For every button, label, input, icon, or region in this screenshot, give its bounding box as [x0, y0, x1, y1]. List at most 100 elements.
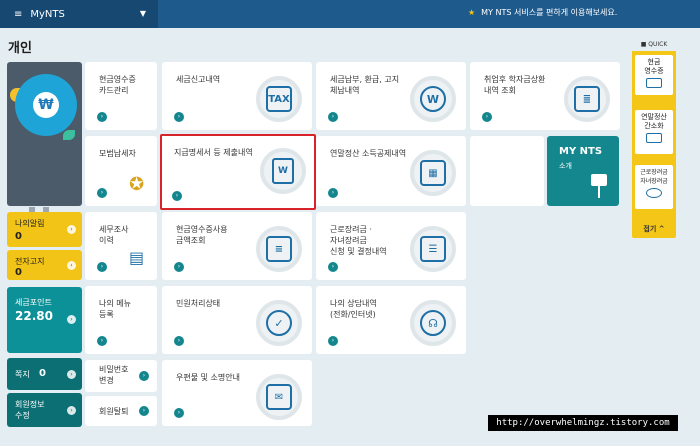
signpost-icon	[591, 174, 607, 186]
envelope-icon: ✉	[256, 374, 302, 420]
tile-cash-receipt[interactable]: 현금영수증 카드관리 ›	[85, 62, 157, 130]
won-icon: ₩	[33, 92, 59, 118]
tile-label: 세금납부, 환급, 고지 체납내역	[330, 75, 400, 95]
decor-leaf	[63, 130, 75, 140]
quick-cash-receipt[interactable]: 현금 영수증	[635, 55, 673, 95]
quick-earned-income[interactable]: 근로장려금 자녀장려금	[635, 165, 673, 209]
my-nts-sub: 소개	[559, 162, 572, 170]
quick-collapse-button[interactable]: 접기 ^	[632, 224, 676, 234]
arrow-icon: ›	[328, 112, 338, 122]
tile-student-loan[interactable]: 취업후 학자금상환 내역 조회 ≣ ›	[470, 62, 620, 130]
tile-label: 우편물 및 소명안내	[176, 373, 240, 382]
caret-down-icon[interactable]: ▼	[140, 9, 146, 18]
tile-cash-usage[interactable]: 현금영수증사용 금액조회 ≡ ›	[162, 212, 312, 280]
check-circle-icon: ✓	[256, 300, 302, 346]
tile-label: 세금신고내역	[176, 75, 221, 84]
quick-label: 근로장려금 자녀장려금	[640, 169, 668, 185]
quick-label: 연말정산 간소화	[641, 113, 667, 130]
quick-header-label: QUICK	[648, 41, 668, 48]
headset-icon: ☊	[410, 300, 456, 346]
tile-label: 지급명세서 등 제출내역	[174, 148, 253, 157]
arrow-icon: ›	[139, 371, 149, 381]
notes-label: 쪽지	[15, 370, 30, 379]
arrow-icon: ›	[174, 408, 184, 418]
e-notice-count: 0	[15, 267, 22, 278]
calculator-icon: ▦	[410, 150, 456, 196]
tile-audit[interactable]: 세무조사 이력 ▤ ›	[85, 212, 157, 280]
gem-icon	[646, 188, 662, 198]
arrow-icon: ›	[67, 315, 76, 324]
notes-count: 0	[39, 368, 46, 379]
tile-payment[interactable]: 세금납부, 환급, 고지 체납내역 W ›	[316, 62, 466, 130]
medal-icon: ✪	[129, 174, 145, 195]
tile-my-menu[interactable]: 나의 메뉴 등록 ›	[85, 286, 157, 354]
tile-label: 나의 메뉴 등록	[99, 299, 131, 319]
profile-card: ₩	[7, 62, 82, 223]
tile-label: 세무조사 이력	[99, 225, 129, 245]
my-nts-intro[interactable]: MY NTS 소개	[547, 136, 619, 206]
avatar: ₩	[15, 74, 77, 136]
my-nts-title: MY NTS	[559, 146, 603, 157]
arrow-icon: ›	[172, 191, 182, 201]
hamburger-icon[interactable]: ≡	[14, 9, 22, 20]
book-icon: ≣	[564, 76, 610, 122]
my-alert-button[interactable]: 나의알림 0 ›	[7, 212, 82, 247]
watermark: http://overwhelmingz.tistory.com	[488, 415, 678, 431]
tile-consult[interactable]: 나의 상담내역 (전화/인터넷) ☊ ›	[316, 286, 466, 354]
arrow-icon: ›	[67, 261, 76, 270]
arrow-icon: ›	[67, 370, 76, 379]
arrow-icon: ›	[97, 112, 107, 122]
document-won-icon: W	[260, 148, 306, 194]
arrow-icon: ›	[328, 336, 338, 346]
tile-year-end[interactable]: 연말정산 소득공제내역 ▦ ›	[316, 136, 466, 206]
arrow-icon: ›	[97, 262, 107, 272]
quick-header: ■ QUICK	[632, 39, 676, 51]
tile-label: 연말정산 소득공제내역	[330, 149, 407, 158]
brand-label: MyNTS	[30, 8, 65, 20]
notebook-icon: ▤	[129, 248, 145, 267]
arrow-icon: ›	[328, 262, 338, 272]
tile-earned-income[interactable]: 근로장려금 · 자녀장려금 신청 및 결정내역 ☰ ›	[316, 212, 466, 280]
id-card-icon: ☰	[410, 226, 456, 272]
arrow-icon: ›	[174, 112, 184, 122]
tile-statement[interactable]: 지급명세서 등 제출내역 W ›	[160, 134, 316, 210]
notes-button[interactable]: 쪽지 0 ›	[7, 358, 82, 390]
arrow-icon: ›	[97, 336, 107, 346]
arrow-icon: ›	[67, 406, 76, 415]
notice-text: MY NTS 서비스를 편하게 이용해보세요.	[481, 8, 618, 17]
tile-label: 회원탈퇴	[99, 407, 129, 416]
e-notice-button[interactable]: 전자고지 0 ›	[7, 250, 82, 280]
quick-label: 현금 영수증	[644, 58, 664, 75]
page-title: 개인	[8, 41, 32, 56]
arrow-icon: ›	[174, 336, 184, 346]
member-edit-label: 회원정보 수정	[15, 400, 45, 420]
tile-withdraw[interactable]: 회원탈퇴 ›	[85, 396, 157, 426]
member-edit-button[interactable]: 회원정보 수정 ›	[7, 393, 82, 427]
arrow-icon: ›	[139, 406, 149, 416]
tile-civil[interactable]: 민원처리상태 ✓ ›	[162, 286, 312, 354]
tile-password[interactable]: 비밀번호 변경 ›	[85, 360, 157, 392]
tile-model-taxpayer[interactable]: 모범납세자 ✪ ›	[85, 136, 157, 206]
tax-points-button[interactable]: 세금포인트 22.80 ›	[7, 287, 82, 353]
top-notice[interactable]: ★ MY NTS 서비스를 편하게 이용해보세요.	[468, 7, 617, 18]
alert-label: 나의알림	[15, 219, 45, 228]
calculator-icon	[646, 133, 662, 143]
top-bar: ≡ MyNTS ▼ ★ MY NTS 서비스를 편하게 이용해보세요.	[0, 0, 700, 28]
quick-year-end[interactable]: 연말정산 간소화	[635, 110, 673, 154]
receipt-icon: ≡	[256, 226, 302, 272]
signpost-pole	[598, 186, 600, 198]
won-coin-icon: W	[410, 76, 456, 122]
tile-mail-notice[interactable]: 우편물 및 소명안내 ✉ ›	[162, 360, 312, 426]
arrow-icon: ›	[174, 262, 184, 272]
arrow-icon: ›	[97, 188, 107, 198]
tile-label: 민원처리상태	[176, 299, 221, 308]
arrow-icon: ›	[482, 112, 492, 122]
alert-count: 0	[15, 231, 22, 242]
tile-label: 취업후 학자금상환 내역 조회	[484, 75, 546, 95]
tile-label: 현금영수증사용 금액조회	[176, 225, 228, 245]
tile-label: 모범납세자	[99, 149, 136, 158]
tile-tax-return[interactable]: 세금신고내역 TAX ›	[162, 62, 312, 130]
star-icon: ★	[468, 8, 476, 17]
tile-label: 현금영수증 카드관리	[99, 75, 136, 95]
brand-menu[interactable]: ≡ MyNTS ▼	[0, 0, 158, 28]
